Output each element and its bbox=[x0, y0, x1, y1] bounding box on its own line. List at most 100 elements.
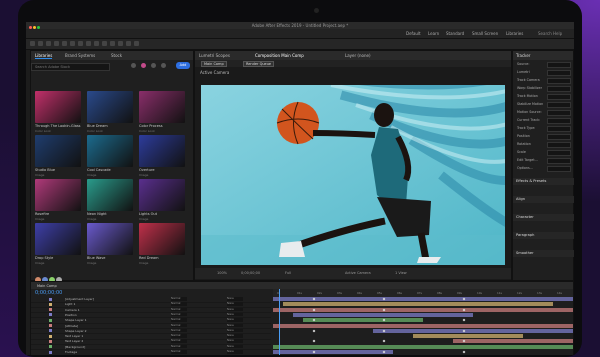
track-matte-select[interactable]: None bbox=[227, 307, 243, 312]
brush-tool-icon[interactable] bbox=[110, 41, 115, 46]
layer-color-label[interactable] bbox=[49, 345, 52, 349]
layer-duration-bar[interactable] bbox=[273, 297, 573, 301]
blend-mode-select[interactable]: Normal bbox=[171, 334, 187, 338]
layer-duration-bar[interactable] bbox=[273, 307, 573, 312]
workspace-standard[interactable]: Standard bbox=[446, 31, 464, 36]
layer-duration-bar[interactable] bbox=[273, 323, 573, 328]
layer-color-label[interactable] bbox=[49, 334, 52, 338]
tab-composition[interactable]: Composition Main Comp bbox=[255, 53, 304, 58]
shape-tool-icon[interactable] bbox=[86, 41, 91, 46]
blend-mode-select[interactable]: Normal bbox=[171, 307, 187, 312]
layer-color-label[interactable] bbox=[49, 302, 52, 306]
panel-section[interactable]: Smoother bbox=[513, 250, 574, 257]
tracker-field[interactable] bbox=[547, 118, 571, 124]
keyframe[interactable] bbox=[382, 339, 386, 343]
filter-icon[interactable] bbox=[151, 63, 156, 68]
tracker-field[interactable] bbox=[547, 134, 571, 140]
workspace-default[interactable]: Default bbox=[406, 31, 421, 36]
asset-thumbnail[interactable] bbox=[87, 91, 133, 123]
tab-libraries[interactable]: Libraries bbox=[35, 53, 53, 59]
layer-color-label[interactable] bbox=[49, 297, 52, 301]
time-ruler[interactable]: 0s01s02s03s04s05s06s07s08s09s10s11s12s13… bbox=[273, 289, 573, 297]
tracker-field[interactable] bbox=[547, 94, 571, 100]
panel-section[interactable]: Effects & Presets bbox=[513, 178, 574, 185]
playhead[interactable] bbox=[279, 289, 280, 355]
tab-lumetri-scopes[interactable]: Lumetri Scopes bbox=[199, 53, 230, 58]
keyframe[interactable] bbox=[462, 318, 466, 322]
tab-brand-systems[interactable]: Brand Systems bbox=[65, 53, 95, 58]
puppet-tool-icon[interactable] bbox=[134, 41, 139, 46]
layer-color-label[interactable] bbox=[49, 308, 52, 312]
workspace-libraries[interactable]: Libraries bbox=[506, 31, 523, 36]
add-button[interactable]: Add bbox=[176, 62, 190, 69]
resolution-select[interactable]: Full bbox=[285, 271, 291, 275]
tracker-field[interactable] bbox=[547, 126, 571, 132]
asset-thumbnail[interactable] bbox=[139, 179, 185, 211]
asset-thumbnail[interactable] bbox=[35, 135, 81, 167]
settings-icon[interactable] bbox=[161, 63, 166, 68]
hand-tool-icon[interactable] bbox=[46, 41, 51, 46]
layer-row[interactable]: Footage Normal None bbox=[31, 350, 271, 355]
workspace-learn[interactable]: Learn bbox=[428, 31, 439, 36]
eraser-tool-icon[interactable] bbox=[126, 41, 131, 46]
layer-color-label[interactable] bbox=[49, 318, 52, 322]
tracker-field[interactable] bbox=[547, 158, 571, 164]
layer-duration-bar[interactable] bbox=[283, 302, 553, 307]
track-matte-select[interactable]: None bbox=[227, 323, 243, 328]
tab-layer[interactable]: Layer (none) bbox=[345, 53, 371, 58]
tracker-field[interactable] bbox=[547, 62, 571, 68]
asset-thumbnail[interactable] bbox=[35, 223, 81, 255]
keyframe[interactable] bbox=[462, 350, 466, 354]
blend-mode-select[interactable]: Normal bbox=[171, 302, 187, 306]
rotate-tool-icon[interactable] bbox=[62, 41, 67, 46]
asset-thumbnail[interactable] bbox=[87, 223, 133, 255]
track-matte-select[interactable]: None bbox=[227, 334, 243, 338]
workspace-small-screen[interactable]: Small Screen bbox=[472, 31, 498, 36]
layer-duration-bar[interactable] bbox=[413, 334, 523, 339]
blend-mode-select[interactable]: Normal bbox=[171, 344, 187, 349]
heart-icon[interactable] bbox=[141, 63, 146, 68]
subtab-render-queue[interactable]: Render Queue bbox=[243, 61, 275, 67]
panel-section[interactable]: Character bbox=[513, 214, 574, 221]
track-matte-select[interactable]: None bbox=[227, 302, 243, 306]
track-matte-select[interactable]: None bbox=[227, 350, 243, 354]
keyframe[interactable] bbox=[312, 339, 316, 343]
layer-color-label[interactable] bbox=[49, 324, 52, 327]
asset-thumbnail[interactable] bbox=[139, 223, 185, 255]
layer-color-label[interactable] bbox=[49, 339, 52, 343]
selection-tool-icon[interactable] bbox=[38, 41, 43, 46]
camera-tool-icon[interactable] bbox=[70, 41, 75, 46]
help-search[interactable]: Search Help bbox=[538, 31, 562, 36]
layer-color-label[interactable] bbox=[49, 329, 52, 333]
layer-color-label[interactable] bbox=[49, 350, 52, 354]
blend-mode-select[interactable]: Normal bbox=[171, 328, 187, 333]
tracker-field[interactable] bbox=[547, 78, 571, 84]
blend-mode-select[interactable]: Normal bbox=[171, 350, 187, 354]
composition-canvas[interactable] bbox=[201, 85, 505, 265]
tracker-field[interactable] bbox=[547, 142, 571, 148]
layer-duration-bar[interactable] bbox=[453, 339, 573, 344]
camera-select[interactable]: Active Camera bbox=[345, 271, 371, 275]
asset-thumbnail[interactable] bbox=[139, 135, 185, 167]
pan-tool-icon[interactable] bbox=[78, 41, 83, 46]
tracker-field[interactable] bbox=[547, 150, 571, 156]
pen-tool-icon[interactable] bbox=[94, 41, 99, 46]
asset-thumbnail[interactable] bbox=[35, 91, 81, 123]
asset-thumbnail[interactable] bbox=[87, 135, 133, 167]
tracker-field[interactable] bbox=[547, 86, 571, 92]
layer-duration-bar[interactable] bbox=[273, 344, 573, 349]
blend-mode-select[interactable]: Normal bbox=[171, 312, 187, 317]
tracker-field[interactable] bbox=[547, 102, 571, 108]
track-matte-select[interactable]: None bbox=[227, 297, 243, 301]
asset-thumbnail[interactable] bbox=[35, 179, 81, 211]
keyframe[interactable] bbox=[312, 329, 316, 333]
zoom-level[interactable]: 100% bbox=[217, 271, 227, 275]
asset-thumbnail[interactable] bbox=[139, 91, 185, 123]
stamp-tool-icon[interactable] bbox=[118, 41, 123, 46]
blend-mode-select[interactable]: Normal bbox=[171, 323, 187, 328]
layer-duration-bar[interactable] bbox=[303, 318, 423, 323]
layer-duration-bar[interactable] bbox=[373, 328, 573, 333]
tab-stock[interactable]: Stock bbox=[111, 53, 122, 58]
tracker-field[interactable] bbox=[547, 70, 571, 76]
stock-search-input[interactable]: Search Adobe Stock bbox=[31, 63, 110, 71]
